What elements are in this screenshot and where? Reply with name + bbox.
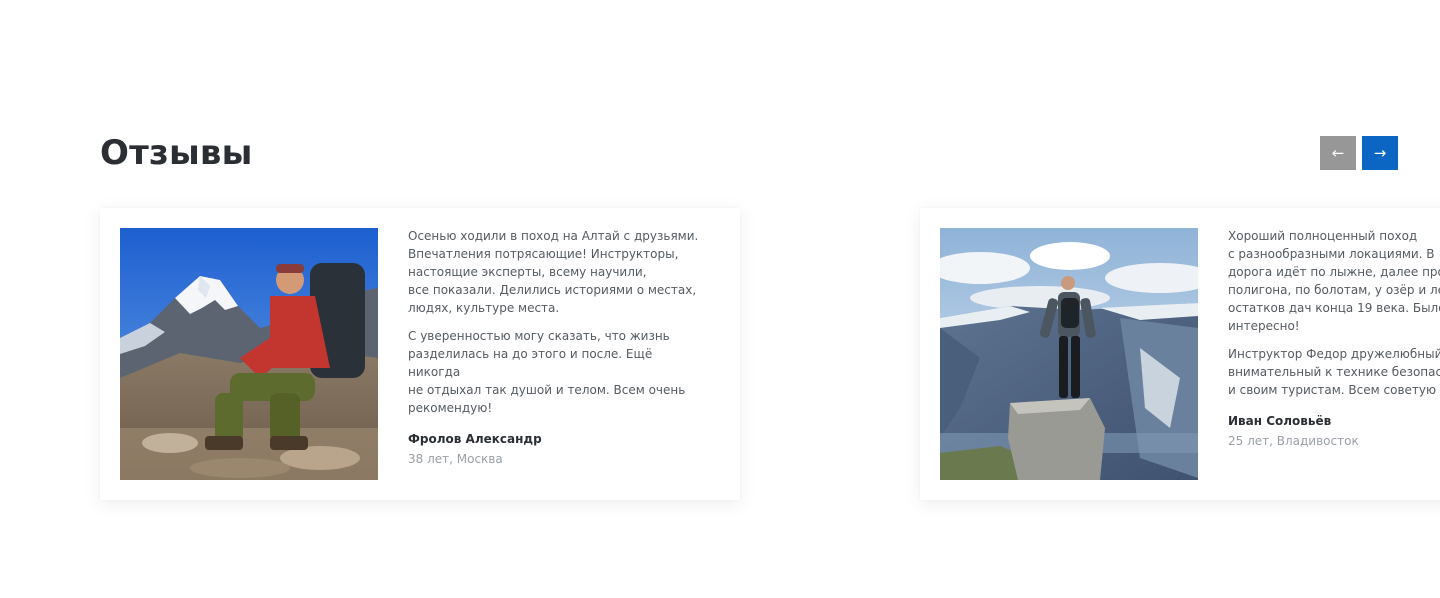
review-card: Осенью ходили в поход на Алтай с друзьям… (100, 208, 740, 500)
review-author: Иван Соловьёв (1228, 414, 1332, 428)
hiker-sitting-mountains-photo (120, 228, 378, 480)
review-text-block: Осенью ходили в поход на Алтай с друзьям… (408, 227, 708, 468)
review-paragraph: Осенью ходили в поход на Алтай с друзьям… (408, 229, 699, 315)
hiker-standing-cliff-photo (940, 228, 1198, 480)
slider-next-button[interactable]: → (1362, 136, 1398, 170)
review-paragraph: С уверенностью могу сказать, что жизнь р… (408, 329, 686, 415)
review-author-meta: 38 лет, Москва (408, 452, 503, 466)
review-text-block: Хороший полноценный поход с разнообразны… (1228, 227, 1440, 450)
section-title: Отзывы (100, 133, 253, 173)
review-card: Хороший полноценный поход с разнообразны… (920, 208, 1440, 500)
review-author-meta: 25 лет, Владивосток (1228, 434, 1359, 448)
review-author: Фролов Александр (408, 432, 542, 446)
review-paragraph: Хороший полноценный поход с разнообразны… (1228, 229, 1440, 333)
arrow-right-icon: → (1373, 144, 1387, 162)
slider-prev-button[interactable]: ← (1320, 136, 1356, 170)
review-paragraph: Инструктор Федор дружелюбный внимательны… (1228, 347, 1440, 397)
reviews-section: Отзывы ← → Осенью ходили в поход на Алта… (0, 0, 1440, 598)
arrow-left-icon: ← (1331, 144, 1345, 162)
